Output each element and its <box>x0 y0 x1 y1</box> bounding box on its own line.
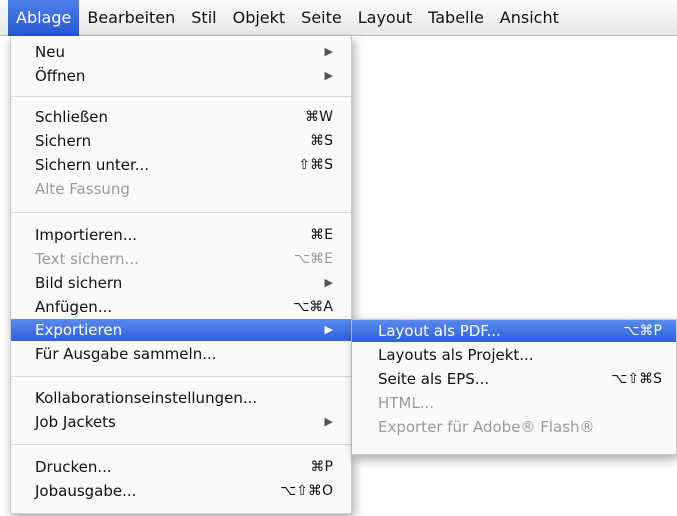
menu-item-drucken[interactable]: Drucken... ⌘P <box>11 456 351 478</box>
menu-item-bild-sichern[interactable]: Bild sichern ▶ <box>11 272 351 294</box>
shortcut-label: ⌘S <box>310 133 333 149</box>
menu-item-schliessen[interactable]: Schließen ⌘W <box>11 106 351 128</box>
menu-item-text-sichern: Text sichern... ⌥⌘E <box>11 248 351 270</box>
menu-item-label: Alte Fassung <box>35 180 130 198</box>
menu-item-label: Öffnen <box>35 67 86 85</box>
ablage-menu: Neu ▶ Öffnen ▶ Schließen ⌘W Sichern ⌘S S… <box>10 36 352 514</box>
menu-item-kollaboration[interactable]: Kollaborationseinstellungen... <box>11 387 351 409</box>
menu-separator <box>11 96 351 97</box>
menu-bar: Ablage Bearbeiten Stil Objekt Seite Layo… <box>0 0 677 36</box>
menu-item-label: Importieren... <box>35 226 138 244</box>
menu-item-job-jackets[interactable]: Job Jackets ▶ <box>11 411 351 433</box>
menu-item-label: Layout als PDF... <box>378 322 501 340</box>
menu-item-label: Exporter für Adobe® Flash® <box>378 418 595 436</box>
menu-item-label: Für Ausgabe sammeln... <box>35 345 217 363</box>
shortcut-label: ⌥⇧⌘S <box>611 371 662 387</box>
submenu-item-html: HTML... <box>352 392 676 414</box>
menubar-item-ansicht[interactable]: Ansicht <box>492 0 567 36</box>
submenu-arrow-icon: ▶ <box>324 45 333 58</box>
menubar-item-seite[interactable]: Seite <box>293 0 350 36</box>
menu-separator <box>11 212 351 213</box>
shortcut-label: ⌘E <box>310 227 333 243</box>
menu-item-alte-fassung: Alte Fassung <box>11 178 351 200</box>
submenu-arrow-icon: ▶ <box>324 323 333 336</box>
menu-item-neu[interactable]: Neu ▶ <box>11 41 351 63</box>
menu-separator <box>11 444 351 445</box>
submenu-item-layout-pdf[interactable]: Layout als PDF... ⌥⌘P <box>352 320 676 342</box>
submenu-item-flash: Exporter für Adobe® Flash® <box>352 416 676 438</box>
menu-item-label: Sichern unter... <box>35 156 150 174</box>
exportieren-submenu: Layout als PDF... ⌥⌘P Layouts als Projek… <box>352 319 677 455</box>
submenu-arrow-icon: ▶ <box>324 415 333 428</box>
menu-item-label: Kollaborationseinstellungen... <box>35 389 258 407</box>
menu-item-label: HTML... <box>378 394 435 412</box>
submenu-arrow-icon: ▶ <box>324 276 333 289</box>
menu-item-label: Jobausgabe... <box>35 482 137 500</box>
menu-item-oeffnen[interactable]: Öffnen ▶ <box>11 65 351 87</box>
menu-item-ausgabe-sammeln[interactable]: Für Ausgabe sammeln... <box>11 343 351 365</box>
shortcut-label: ⌘P <box>310 459 333 475</box>
shortcut-label: ⌥⌘P <box>623 323 662 339</box>
menubar-item-ablage[interactable]: Ablage <box>8 0 80 36</box>
submenu-item-seite-eps[interactable]: Seite als EPS... ⌥⇧⌘S <box>352 368 676 390</box>
menu-item-label: Job Jackets <box>35 413 116 431</box>
shortcut-label: ⌘W <box>305 109 333 125</box>
menu-item-importieren[interactable]: Importieren... ⌘E <box>11 224 351 246</box>
menu-item-label: Anfügen... <box>35 298 113 316</box>
menubar-item-stil[interactable]: Stil <box>183 0 224 36</box>
shortcut-label: ⇧⌘S <box>298 157 333 173</box>
menubar-item-layout[interactable]: Layout <box>350 0 420 36</box>
shortcut-label: ⌥⇧⌘O <box>280 483 333 499</box>
menu-item-label: Text sichern... <box>35 250 139 268</box>
menubar-item-objekt[interactable]: Objekt <box>225 0 294 36</box>
menu-item-jobausgabe[interactable]: Jobausgabe... ⌥⇧⌘O <box>11 480 351 502</box>
shortcut-label: ⌥⌘E <box>294 251 333 267</box>
menubar-item-tabelle[interactable]: Tabelle <box>420 0 492 36</box>
menu-item-label: Drucken... <box>35 458 112 476</box>
menu-item-sichern[interactable]: Sichern ⌘S <box>11 130 351 152</box>
menu-item-label: Sichern <box>35 132 92 150</box>
shortcut-label: ⌥⌘A <box>293 299 333 315</box>
menu-item-anfuegen[interactable]: Anfügen... ⌥⌘A <box>11 296 351 318</box>
menu-item-exportieren[interactable]: Exportieren ▶ <box>11 319 351 341</box>
menu-item-label: Bild sichern <box>35 274 123 292</box>
submenu-item-layouts-projekt[interactable]: Layouts als Projekt... <box>352 344 676 366</box>
menu-item-label: Layouts als Projekt... <box>378 346 534 364</box>
submenu-arrow-icon: ▶ <box>324 69 333 82</box>
menubar-item-bearbeiten[interactable]: Bearbeiten <box>79 0 183 36</box>
menu-item-sichern-unter[interactable]: Sichern unter... ⇧⌘S <box>11 154 351 176</box>
menu-item-label: Schließen <box>35 108 109 126</box>
menu-item-label: Exportieren <box>35 321 123 339</box>
menu-item-label: Seite als EPS... <box>378 370 490 388</box>
menu-separator <box>11 376 351 377</box>
menu-item-label: Neu <box>35 43 65 61</box>
